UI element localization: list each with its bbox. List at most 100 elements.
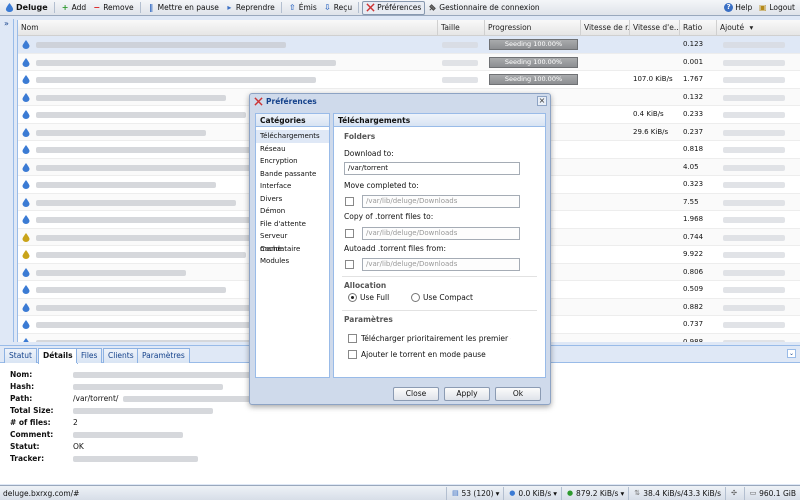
autoadd-input[interactable]: /var/lib/deluge/Downloads bbox=[362, 258, 520, 271]
tools-icon bbox=[254, 97, 263, 106]
torrent-name-redacted bbox=[36, 94, 226, 101]
tab-options[interactable]: Paramètres bbox=[137, 348, 190, 363]
category-item[interactable]: Démon bbox=[256, 205, 329, 218]
torrent-added-redacted bbox=[723, 59, 785, 66]
ratio-value: 0.132 bbox=[683, 92, 704, 101]
copy-torrent-input[interactable]: /var/lib/deluge/Downloads bbox=[362, 227, 520, 240]
collapse-details-icon[interactable]: ⌄ bbox=[787, 349, 796, 358]
move-up-button[interactable]: ⇧ Émis bbox=[285, 1, 320, 15]
torrent-added-redacted bbox=[723, 42, 785, 48]
add-paused-checkbox[interactable] bbox=[348, 350, 357, 359]
download-status[interactable]: ● 0.0 KiB/s ▾ bbox=[503, 486, 561, 500]
protocol-value: 38.4 KiB/s/43.3 KiB/s bbox=[643, 488, 722, 498]
connection-manager-label: Gestionnaire de connexion bbox=[439, 3, 540, 12]
move-completed-input[interactable]: /var/lib/deluge/Downloads bbox=[362, 195, 520, 208]
category-item[interactable]: Encryption bbox=[256, 155, 329, 168]
tab-peers[interactable]: Clients bbox=[103, 348, 139, 363]
column-ratio[interactable]: Ratio bbox=[680, 20, 717, 36]
category-item[interactable]: Bande passante bbox=[256, 168, 329, 181]
resume-label: Reprendre bbox=[235, 3, 275, 12]
move-down-label: Reçu bbox=[333, 3, 353, 12]
connections-status[interactable]: ▤ 53 (120) ▾ bbox=[446, 486, 503, 500]
ratio-value: 0.744 bbox=[683, 232, 704, 241]
connection-manager-button[interactable]: Gestionnaire de connexion bbox=[425, 1, 542, 15]
settings-header: Téléchargements bbox=[334, 114, 545, 127]
tab-files[interactable]: Files bbox=[76, 348, 103, 363]
torrent-added-redacted bbox=[723, 304, 785, 311]
category-item[interactable]: Téléchargements bbox=[256, 130, 329, 143]
torrent-added-redacted bbox=[723, 182, 785, 188]
download-icon bbox=[22, 162, 30, 172]
close-button[interactable]: Close bbox=[393, 387, 439, 401]
use-compact-label[interactable]: Use Compact bbox=[423, 293, 473, 302]
torrent-name-redacted bbox=[36, 164, 266, 171]
download-icon bbox=[22, 57, 30, 67]
category-item[interactable]: Réseau bbox=[256, 143, 329, 156]
detail-label: Nom: bbox=[10, 370, 33, 379]
preferences-button[interactable]: Préférences bbox=[362, 0, 426, 15]
category-item[interactable]: Modules bbox=[256, 255, 329, 268]
expand-sidebar-icon[interactable]: » bbox=[0, 19, 13, 28]
ratio-value: 0.001 bbox=[683, 57, 704, 66]
use-compact-radio[interactable] bbox=[411, 293, 420, 302]
category-item[interactable]: Serveur mandataire bbox=[256, 230, 329, 253]
detail-value: 2 bbox=[73, 418, 78, 427]
torrent-added-redacted bbox=[723, 77, 785, 83]
table-row[interactable]: Seeding 100.00% 107.0 KiB/s 1.767 bbox=[18, 71, 800, 89]
download-icon bbox=[22, 75, 30, 84]
add-button[interactable]: + Add bbox=[58, 1, 90, 15]
status-bar: deluge.bxrxg.com/# ▤ 53 (120) ▾ ● 0.0 Ki… bbox=[0, 485, 800, 500]
remove-button[interactable]: − Remove bbox=[89, 1, 136, 15]
prioritize-first-last-checkbox[interactable] bbox=[348, 334, 357, 343]
dropdown-icon: ▾ bbox=[620, 488, 625, 498]
download-icon bbox=[22, 285, 30, 294]
detail-label: Tracker: bbox=[10, 454, 45, 463]
dialog-title[interactable]: Préférences bbox=[250, 94, 550, 109]
torrent-added-redacted bbox=[723, 147, 785, 153]
grid-header: Nom Taille Progression Vitesse de r... V… bbox=[18, 20, 800, 36]
download-icon bbox=[23, 337, 29, 342]
use-full-radio[interactable] bbox=[348, 293, 357, 302]
ok-button[interactable]: Ok bbox=[495, 387, 541, 401]
plus-icon: + bbox=[61, 3, 69, 12]
ratio-value: 0.509 bbox=[683, 285, 704, 293]
use-full-label[interactable]: Use Full bbox=[360, 293, 389, 302]
column-up-speed[interactable]: Vitesse d'e... bbox=[630, 20, 680, 36]
column-size[interactable]: Taille bbox=[438, 20, 485, 36]
tab-details[interactable]: Détails bbox=[38, 348, 78, 364]
connections-value: 53 (120) bbox=[461, 488, 494, 498]
detail-value-redacted bbox=[73, 408, 213, 414]
upload-status[interactable]: ● 879.2 KiB/s ▾ bbox=[561, 486, 628, 500]
column-down-speed[interactable]: Vitesse de r... bbox=[581, 20, 630, 36]
copy-torrent-checkbox[interactable] bbox=[345, 229, 354, 238]
resume-button[interactable]: ▸ Reprendre bbox=[222, 1, 278, 15]
tab-status[interactable]: Statut bbox=[4, 348, 37, 363]
pause-button[interactable]: ‖ Mettre en pause bbox=[144, 1, 222, 15]
column-progress[interactable]: Progression bbox=[485, 20, 581, 36]
detail-value-redacted bbox=[73, 372, 253, 378]
category-item[interactable]: Interface bbox=[256, 180, 329, 193]
torrent-name-redacted bbox=[36, 112, 246, 118]
close-icon[interactable]: × bbox=[537, 96, 547, 106]
autoadd-checkbox[interactable] bbox=[345, 260, 354, 269]
category-item[interactable]: File d'attente bbox=[256, 218, 329, 231]
download-to-input[interactable]: /var/torrent bbox=[344, 162, 520, 175]
column-name[interactable]: Nom bbox=[18, 20, 438, 36]
apply-button[interactable]: Apply bbox=[444, 387, 490, 401]
prioritize-first-last-label[interactable]: Télécharger prioritairement les premier … bbox=[361, 334, 511, 343]
torrent-added-redacted bbox=[723, 164, 785, 171]
table-row[interactable]: Seeding 100.00% 0.001 bbox=[18, 53, 800, 71]
category-item[interactable]: Cache bbox=[256, 243, 329, 256]
move-down-button[interactable]: ⇩ Reçu bbox=[320, 1, 355, 15]
category-item[interactable]: Divers bbox=[256, 193, 329, 206]
logout-button[interactable]: ▣ Logout bbox=[755, 1, 798, 15]
download-icon bbox=[22, 40, 30, 49]
fieldset-divider bbox=[342, 276, 537, 277]
column-added[interactable]: Ajouté ▾ bbox=[717, 20, 800, 36]
pause-icon: ‖ bbox=[149, 3, 154, 12]
help-button[interactable]: ? Help bbox=[721, 1, 755, 15]
move-completed-checkbox[interactable] bbox=[345, 197, 354, 206]
dht-icon: ✣ bbox=[731, 489, 738, 497]
table-row[interactable]: Seeding 100.00% 0.123 bbox=[18, 36, 800, 54]
add-paused-label[interactable]: Ajouter le torrent en mode pause bbox=[361, 350, 486, 359]
